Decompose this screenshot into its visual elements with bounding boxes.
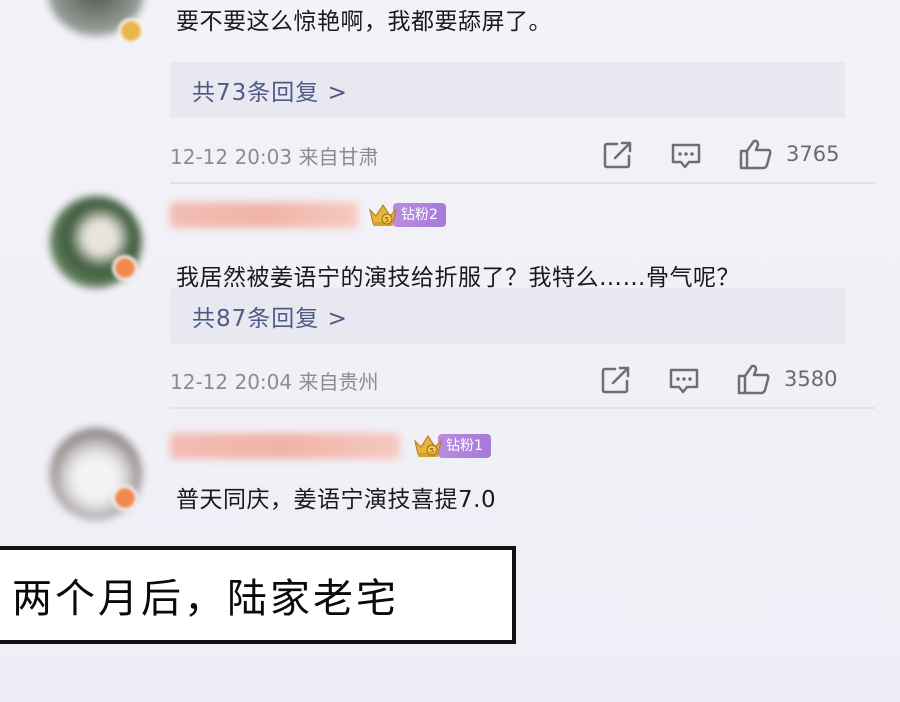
comment-icon[interactable]: [668, 367, 700, 399]
reply-count-label: 共73条回复 >: [192, 80, 348, 106]
fan-badge: 5 钻粉2: [367, 201, 446, 229]
avatar-badge: [112, 485, 138, 511]
username[interactable]: [170, 433, 400, 459]
comment-icon[interactable]: [670, 142, 702, 174]
divider: [170, 407, 875, 409]
comment-meta: 12-12 20:04 来自贵州: [170, 370, 379, 394]
scene-caption: 两个月后，陆家老宅: [0, 546, 516, 644]
share-icon[interactable]: [603, 141, 633, 173]
reply-count-label: 共87条回复 >: [192, 306, 348, 332]
like-count: 3580: [784, 367, 838, 391]
crown-icon: 5: [367, 201, 399, 229]
avatar-badge: [118, 18, 144, 44]
username[interactable]: [170, 202, 358, 228]
avatar-badge: [112, 255, 138, 281]
divider: [170, 182, 875, 184]
share-icon[interactable]: [601, 366, 631, 398]
thumbs-up-icon[interactable]: [739, 138, 773, 174]
reply-count-button[interactable]: 共87条回复 >: [170, 288, 845, 344]
fan-level-label: 钻粉1: [438, 434, 491, 458]
caption-text: 两个月后，陆家老宅: [12, 576, 399, 622]
fan-level-label: 钻粉2: [393, 203, 446, 227]
thumbs-up-icon[interactable]: [737, 363, 771, 399]
comment-text: 普天同庆，姜语宁演技喜提7.0: [176, 487, 497, 513]
crown-icon: 5: [412, 432, 444, 460]
svg-text:5: 5: [385, 216, 389, 224]
svg-text:5: 5: [430, 447, 434, 455]
like-count: 3765: [786, 142, 840, 166]
comment-text: 要不要这么惊艳啊，我都要舔屏了。: [176, 9, 552, 35]
fan-badge: 5 钻粉1: [412, 432, 491, 460]
comment-text: 我居然被姜语宁的演技给折服了？我特么……骨气呢？: [176, 265, 740, 291]
reply-count-button[interactable]: 共73条回复 >: [170, 62, 845, 118]
comment-meta: 12-12 20:03 来自甘肃: [170, 145, 379, 169]
